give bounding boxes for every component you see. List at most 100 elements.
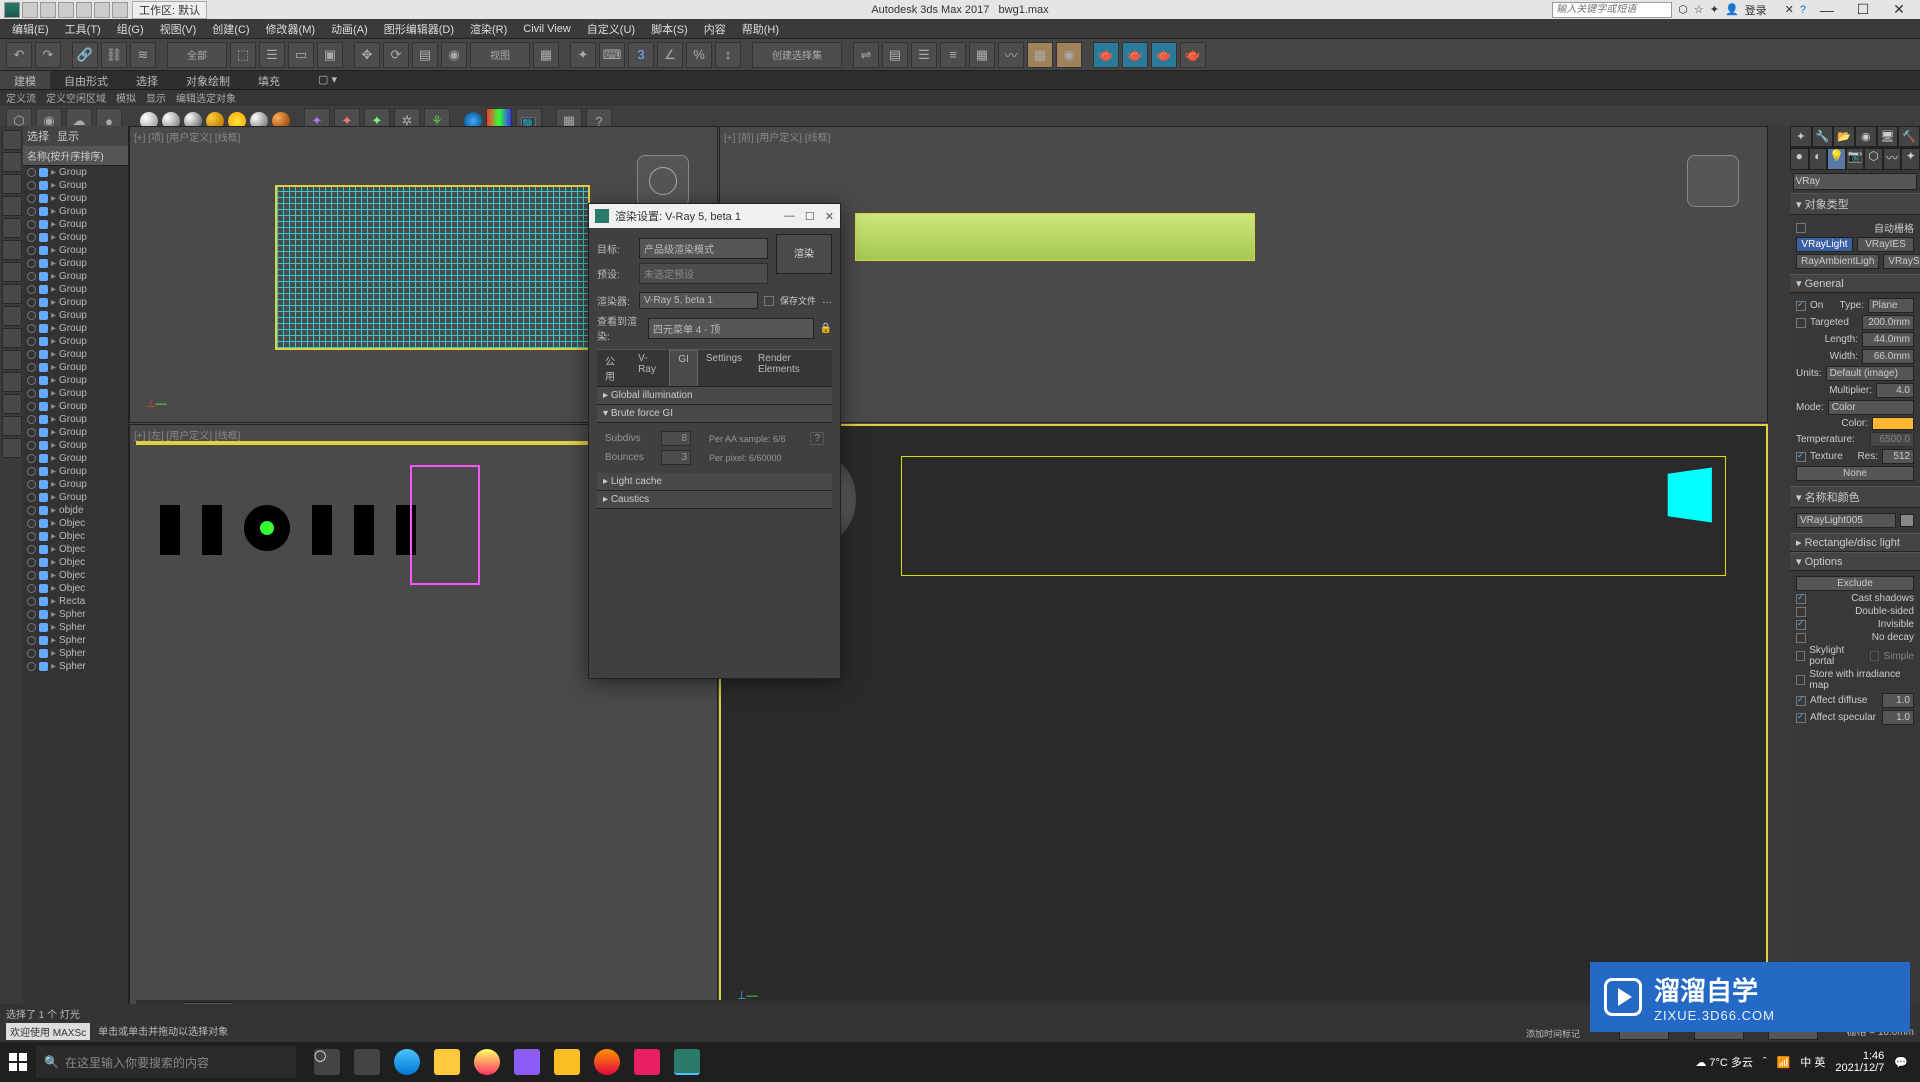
- mult-spinner[interactable]: 4.0: [1876, 383, 1914, 398]
- se-item[interactable]: ▸ Group: [23, 309, 128, 322]
- infocenter-2[interactable]: ☆: [1694, 3, 1704, 16]
- ribbon-sub-2[interactable]: 模拟: [116, 90, 136, 106]
- object-name-field[interactable]: VRayLight005: [1796, 513, 1896, 528]
- dialog-titlebar[interactable]: 渲染设置: V-Ray 5, beta 1 — ☐ ✕: [589, 204, 840, 228]
- lt-5[interactable]: [2, 218, 22, 238]
- select-region-icon[interactable]: ▭: [288, 42, 314, 68]
- cp-sub-3[interactable]: 💡: [1827, 148, 1846, 170]
- se-item[interactable]: ▸ Group: [23, 166, 128, 179]
- type-vrayambient[interactable]: RayAmbientLigh: [1796, 254, 1879, 269]
- se-item[interactable]: ▸ Group: [23, 465, 128, 478]
- se-item[interactable]: ▸ Objec: [23, 582, 128, 595]
- snap-toggle-icon[interactable]: 3: [628, 42, 654, 68]
- angle-snap-icon[interactable]: ∠: [657, 42, 683, 68]
- unlink-icon[interactable]: ⛓: [101, 42, 127, 68]
- cp-tab-motion[interactable]: ◉: [1855, 126, 1877, 147]
- cb-nodecay[interactable]: [1796, 633, 1806, 643]
- keyboard-icon[interactable]: ⌨: [599, 42, 625, 68]
- se-item[interactable]: ▸ Spher: [23, 608, 128, 621]
- start-button[interactable]: [0, 1053, 36, 1071]
- exclude-button[interactable]: Exclude: [1796, 576, 1914, 591]
- menu-tools[interactable]: 工具(T): [59, 19, 107, 39]
- se-item[interactable]: ▸ objde: [23, 504, 128, 517]
- se-item[interactable]: ▸ Group: [23, 192, 128, 205]
- cp-sub-4[interactable]: 📷: [1846, 148, 1865, 170]
- selectionset-dropdown[interactable]: 创建选择集: [752, 42, 842, 68]
- menu-content[interactable]: 内容: [698, 19, 732, 39]
- units-dropdown[interactable]: Default (image): [1826, 366, 1914, 381]
- cp-roll-general[interactable]: ▾ General: [1790, 274, 1920, 293]
- menu-edit[interactable]: 编辑(E): [6, 19, 55, 39]
- window-crossing-icon[interactable]: ▣: [317, 42, 343, 68]
- cp-roll-options[interactable]: ▾ Options: [1790, 552, 1920, 571]
- preset-dropdown[interactable]: 未选定预设: [639, 263, 768, 284]
- exchange-icon[interactable]: ✕: [1785, 3, 1794, 16]
- temp-spinner[interactable]: 6500.0: [1870, 432, 1914, 447]
- se-item[interactable]: ▸ Group: [23, 335, 128, 348]
- cb-simple[interactable]: [1870, 651, 1879, 661]
- cb-texture[interactable]: [1796, 452, 1806, 462]
- lt-3[interactable]: [2, 174, 22, 194]
- close-button[interactable]: ✕: [1884, 1, 1914, 18]
- tb-app1[interactable]: [474, 1049, 500, 1075]
- help-icon[interactable]: ?: [1800, 4, 1806, 16]
- lt-2[interactable]: [2, 152, 22, 172]
- viewport-front[interactable]: [+] [前] [用户定义] [线框]: [719, 126, 1768, 423]
- cb-castshadows[interactable]: [1796, 594, 1806, 604]
- schematic-icon[interactable]: ▦: [1027, 42, 1053, 68]
- roll-bruteforce[interactable]: ▾ Brute force GI: [597, 405, 832, 423]
- se-item[interactable]: ▸ Group: [23, 205, 128, 218]
- se-item[interactable]: ▸ Objec: [23, 517, 128, 530]
- tb-app3[interactable]: [554, 1049, 580, 1075]
- lt-4[interactable]: [2, 196, 22, 216]
- vp-left-label[interactable]: [+] [左] [用户定义] [线框]: [134, 427, 240, 442]
- roll-caustics[interactable]: ▸ Caustics: [597, 491, 832, 509]
- ribbon-tab-selection[interactable]: 选择: [122, 71, 172, 89]
- pivot-icon[interactable]: ▦: [533, 42, 559, 68]
- render-iter-icon[interactable]: 🫖: [1180, 42, 1206, 68]
- spinner-snap-icon[interactable]: ↕: [715, 42, 741, 68]
- lt-15[interactable]: [2, 438, 22, 458]
- menu-help[interactable]: 帮助(H): [736, 19, 785, 39]
- dlg-tab-settings[interactable]: Settings: [698, 350, 750, 386]
- cp-sub-2[interactable]: ◐: [1809, 148, 1828, 170]
- target-dropdown[interactable]: 产品级渲染模式: [639, 238, 768, 259]
- type-dropdown[interactable]: Plane: [1868, 298, 1914, 313]
- tb-app2[interactable]: [514, 1049, 540, 1075]
- redo-icon[interactable]: ↷: [35, 42, 61, 68]
- se-item[interactable]: ▸ Group: [23, 283, 128, 296]
- vp-top-label[interactable]: [+] [项] [用户定义] [线框]: [134, 129, 240, 144]
- material-icon[interactable]: ◉: [1056, 42, 1082, 68]
- dlg-tab-renderelements[interactable]: Render Elements: [750, 350, 832, 386]
- tray-time[interactable]: 1:46: [1835, 1050, 1884, 1062]
- rotate-icon[interactable]: ⟳: [383, 42, 409, 68]
- mirror-icon[interactable]: ⇌: [853, 42, 879, 68]
- ribbon-collapse-icon[interactable]: ▢ ▾: [304, 71, 351, 89]
- menu-modifiers[interactable]: 修改器(M): [260, 19, 322, 39]
- se-item[interactable]: ▸ Group: [23, 400, 128, 413]
- texture-none-button[interactable]: None: [1796, 466, 1914, 481]
- dlg-tab-vray[interactable]: V-Ray: [630, 350, 669, 386]
- cb-autogrid[interactable]: [1796, 223, 1806, 233]
- lock-icon[interactable]: 🔒: [820, 323, 832, 334]
- cp-category-dropdown[interactable]: VRay: [1793, 173, 1918, 190]
- cp-tab-hierarchy[interactable]: 📂: [1833, 126, 1855, 147]
- workspace-dropdown[interactable]: 工作区: 默认: [132, 1, 207, 19]
- cp-sub-5[interactable]: ⬡: [1864, 148, 1883, 170]
- viewport-camera[interactable]: 设认明暗助款 ⊥—: [719, 424, 1768, 1022]
- dialog-minimize[interactable]: —: [784, 210, 795, 223]
- se-item[interactable]: ▸ Spher: [23, 621, 128, 634]
- menu-create[interactable]: 创建(C): [206, 19, 255, 39]
- ribbon-sub-3[interactable]: 显示: [146, 90, 166, 106]
- taskbar-search[interactable]: 🔍在这里输入你要搜索的内容: [36, 1046, 296, 1078]
- layer2-icon[interactable]: ≡: [940, 42, 966, 68]
- bounce-spinner[interactable]: 3: [661, 450, 691, 465]
- cb-affectspecular[interactable]: [1796, 713, 1806, 723]
- aff-s-spinner[interactable]: 1.0: [1882, 710, 1914, 725]
- vp-front-label[interactable]: [+] [前] [用户定义] [线框]: [724, 129, 830, 144]
- tray-date[interactable]: 2021/12/7: [1835, 1062, 1884, 1074]
- help-q[interactable]: ?: [810, 432, 824, 445]
- select-name-icon[interactable]: ☰: [259, 42, 285, 68]
- tray-wifi[interactable]: 📶: [1777, 1056, 1791, 1069]
- lt-7[interactable]: [2, 262, 22, 282]
